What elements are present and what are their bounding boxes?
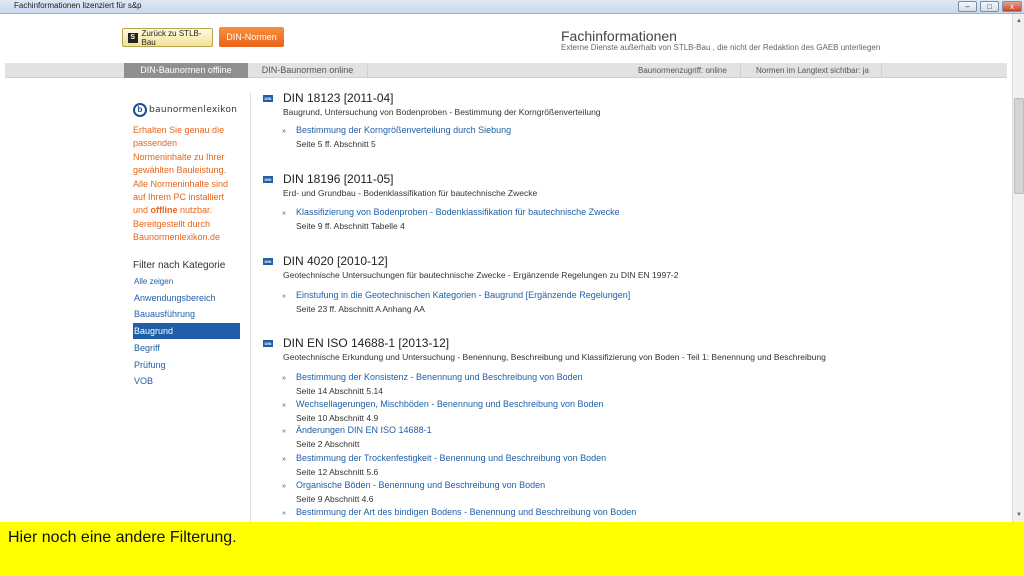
chevron-right-icon: » (282, 510, 286, 517)
chevron-right-icon: » (282, 210, 286, 217)
scroll-up-icon[interactable]: ▲ (1014, 16, 1024, 26)
minimize-button[interactable]: – (958, 1, 977, 12)
baunormenlexikon-logo[interactable]: b baunormenlexikon (133, 103, 237, 117)
din-icon: DIN (263, 95, 273, 102)
norm-link-meta: Seite 9 Abschnitt 4.6 (296, 494, 374, 504)
norm-link-meta: Seite 23 ff. Abschnitt A Anhang AA (296, 304, 425, 314)
norm-link-meta: Seite 12 Abschnitt 5.6 (296, 467, 379, 477)
window-title: Fachinformationen lizenziert für s&p (14, 1, 142, 10)
tab-din-baunormen-offline[interactable]: DIN-Baunormen offline (124, 63, 248, 78)
back-button-label: Zurück zu STLB-Bau (141, 28, 202, 47)
promo-line: gewählten Bauleistung. (133, 165, 227, 176)
promo-line: passenden (133, 138, 178, 149)
promo-offline-emphasis: offline (150, 205, 178, 216)
visibility-status: Normen im Langtext sichtbar: ja (756, 66, 869, 75)
promo-link[interactable]: Baunormenlexikon.de (133, 232, 220, 242)
promo-line: Bereitgestellt durch (133, 218, 211, 229)
page-subtitle: Externe Dienste außerhalb von STLB-Bau ,… (561, 43, 881, 52)
norm-link-meta: Seite 10 Abschnitt 4.9 (296, 413, 379, 423)
filter-bauausfuehrung[interactable]: Bauausführung (133, 306, 240, 322)
norm-subtitle: Baugrund, Untersuchung von Bodenproben -… (283, 107, 601, 117)
norm-link-meta: Seite 14 Abschnitt 5.14 (296, 386, 383, 396)
norm-link-meta: Seite 2 Abschnitt (296, 439, 360, 449)
logo-b-icon: b (133, 103, 147, 117)
norm-link[interactable]: » Einstufung in die Geotechnischen Katego… (282, 290, 630, 300)
tab-din-baunormen-online[interactable]: DIN-Baunormen online (248, 63, 367, 78)
page-title: Fachinformationen (561, 28, 677, 44)
filter-anwendungsbereich[interactable]: Anwendungsbereich (133, 290, 240, 306)
norm-title: DIN 18196 [2011-05] (283, 172, 394, 186)
norm-link[interactable]: » Bestimmung der Korngrößenverteilung dur… (282, 125, 511, 135)
norm-title: DIN EN ISO 14688-1 [2013-12] (283, 336, 450, 350)
close-button[interactable]: x (1002, 1, 1022, 12)
norm-link[interactable]: » Klassifizierung von Bodenproben - Boden… (282, 207, 620, 217)
window-titlebar: Fachinformationen lizenziert für s&p – □… (0, 0, 1024, 14)
promo-line: Alle Normeninhalte sind (133, 178, 229, 189)
norm-subtitle: Geotechnische Untersuchungen für bautech… (283, 270, 679, 280)
norm-link-meta: Seite 5 ff. Abschnitt 5 (296, 139, 376, 149)
scroll-down-icon[interactable]: ▼ (1014, 510, 1024, 520)
maximize-button[interactable]: □ (980, 1, 999, 12)
promo-line: nutzbar. (177, 205, 213, 216)
norm-link-label[interactable]: Bestimmung der Trockenfestigkeit - Benen… (296, 453, 606, 463)
logo-text: baunormenlexikon (149, 105, 238, 115)
promo-text: Erhalten Sie genau die passenden Normeni… (133, 124, 243, 245)
chevron-right-icon: » (282, 483, 286, 490)
chevron-right-icon: » (282, 128, 286, 135)
chevron-right-icon: » (282, 456, 286, 463)
norm-link-label[interactable]: Bestimmung der Korngrößenverteilung durc… (296, 125, 511, 135)
norm-link[interactable]: » Bestimmung der Trockenfestigkeit - Bene… (282, 453, 606, 463)
filter-pruefung[interactable]: Prüfung (133, 357, 240, 373)
norm-subtitle: Erd- und Grundbau - Bodenklassifikation … (283, 188, 538, 198)
filter-vob[interactable]: VOB (133, 373, 240, 389)
norm-link[interactable]: » Änderungen DIN EN ISO 14688-1 (282, 425, 432, 435)
norm-link-label[interactable]: Klassifizierung von Bodenproben - Bodenk… (296, 207, 620, 217)
norm-link[interactable]: » Organische Böden - Benennung und Beschr… (282, 480, 545, 490)
din-normen-button[interactable]: DIN-Normen (219, 27, 284, 47)
vertical-scrollbar[interactable]: ▲ ▼ (1012, 14, 1024, 522)
status-separator (740, 63, 741, 78)
chevron-right-icon: » (282, 402, 286, 409)
norm-subtitle: Geotechnische Erkundung und Untersuchung… (283, 352, 826, 362)
norm-link[interactable]: » Bestimmung der Art des bindigen Bodens … (282, 507, 636, 517)
filter-title: Filter nach Kategorie (133, 260, 226, 271)
back-to-stlb-button[interactable]: S Zurück zu STLB-Bau (122, 28, 213, 47)
promo-line: auf Ihrem PC installiert (133, 192, 225, 203)
norm-link-label[interactable]: Änderungen DIN EN ISO 14688-1 (296, 425, 432, 435)
norm-link[interactable]: » Wechsellagerungen, Mischböden - Benennu… (282, 399, 604, 409)
din-icon: DIN (263, 258, 273, 265)
din-icon: DIN (263, 340, 273, 347)
norm-title: DIN 18123 [2011-04] (283, 91, 394, 105)
chevron-right-icon: » (282, 375, 286, 382)
scroll-thumb[interactable] (1014, 98, 1024, 194)
filter-begriff[interactable]: Begriff (133, 340, 240, 356)
tab-separator (367, 63, 368, 78)
promo-line: Normeninhalte zu Ihrer (133, 151, 225, 162)
chevron-right-icon: » (282, 293, 286, 300)
access-status: Baunormenzugriff: online (638, 66, 727, 75)
status-separator (881, 63, 882, 78)
chevron-right-icon: » (282, 428, 286, 435)
norm-link-label[interactable]: Bestimmung der Art des bindigen Bodens -… (296, 507, 636, 517)
norm-link[interactable]: » Bestimmung der Konsistenz - Benennung u… (282, 372, 583, 382)
promo-line: und (133, 205, 151, 216)
norm-link-label[interactable]: Wechsellagerungen, Mischböden - Benennun… (296, 399, 604, 409)
norm-link-label[interactable]: Bestimmung der Konsistenz - Benennung un… (296, 372, 583, 382)
norm-title: DIN 4020 [2010-12] (283, 254, 388, 268)
norm-link-label[interactable]: Einstufung in die Geotechnischen Kategor… (296, 290, 630, 300)
sidebar-divider (250, 92, 251, 522)
norm-link-meta: Seite 9 ff. Abschnitt Tabelle 4 (296, 221, 405, 231)
stlb-icon: S (128, 32, 138, 43)
filter-all[interactable]: Alle zeigen (133, 274, 240, 290)
filter-baugrund[interactable]: Baugrund (133, 323, 240, 339)
din-icon: DIN (263, 176, 273, 183)
promo-line: Erhalten Sie genau die (133, 125, 225, 135)
tab-bar: DIN-Baunormen offline DIN-Baunormen onli… (5, 63, 1007, 78)
annotation-text: Hier noch eine andere Filterung. (8, 529, 237, 546)
norm-link-label[interactable]: Organische Böden - Benennung und Beschre… (296, 480, 545, 490)
